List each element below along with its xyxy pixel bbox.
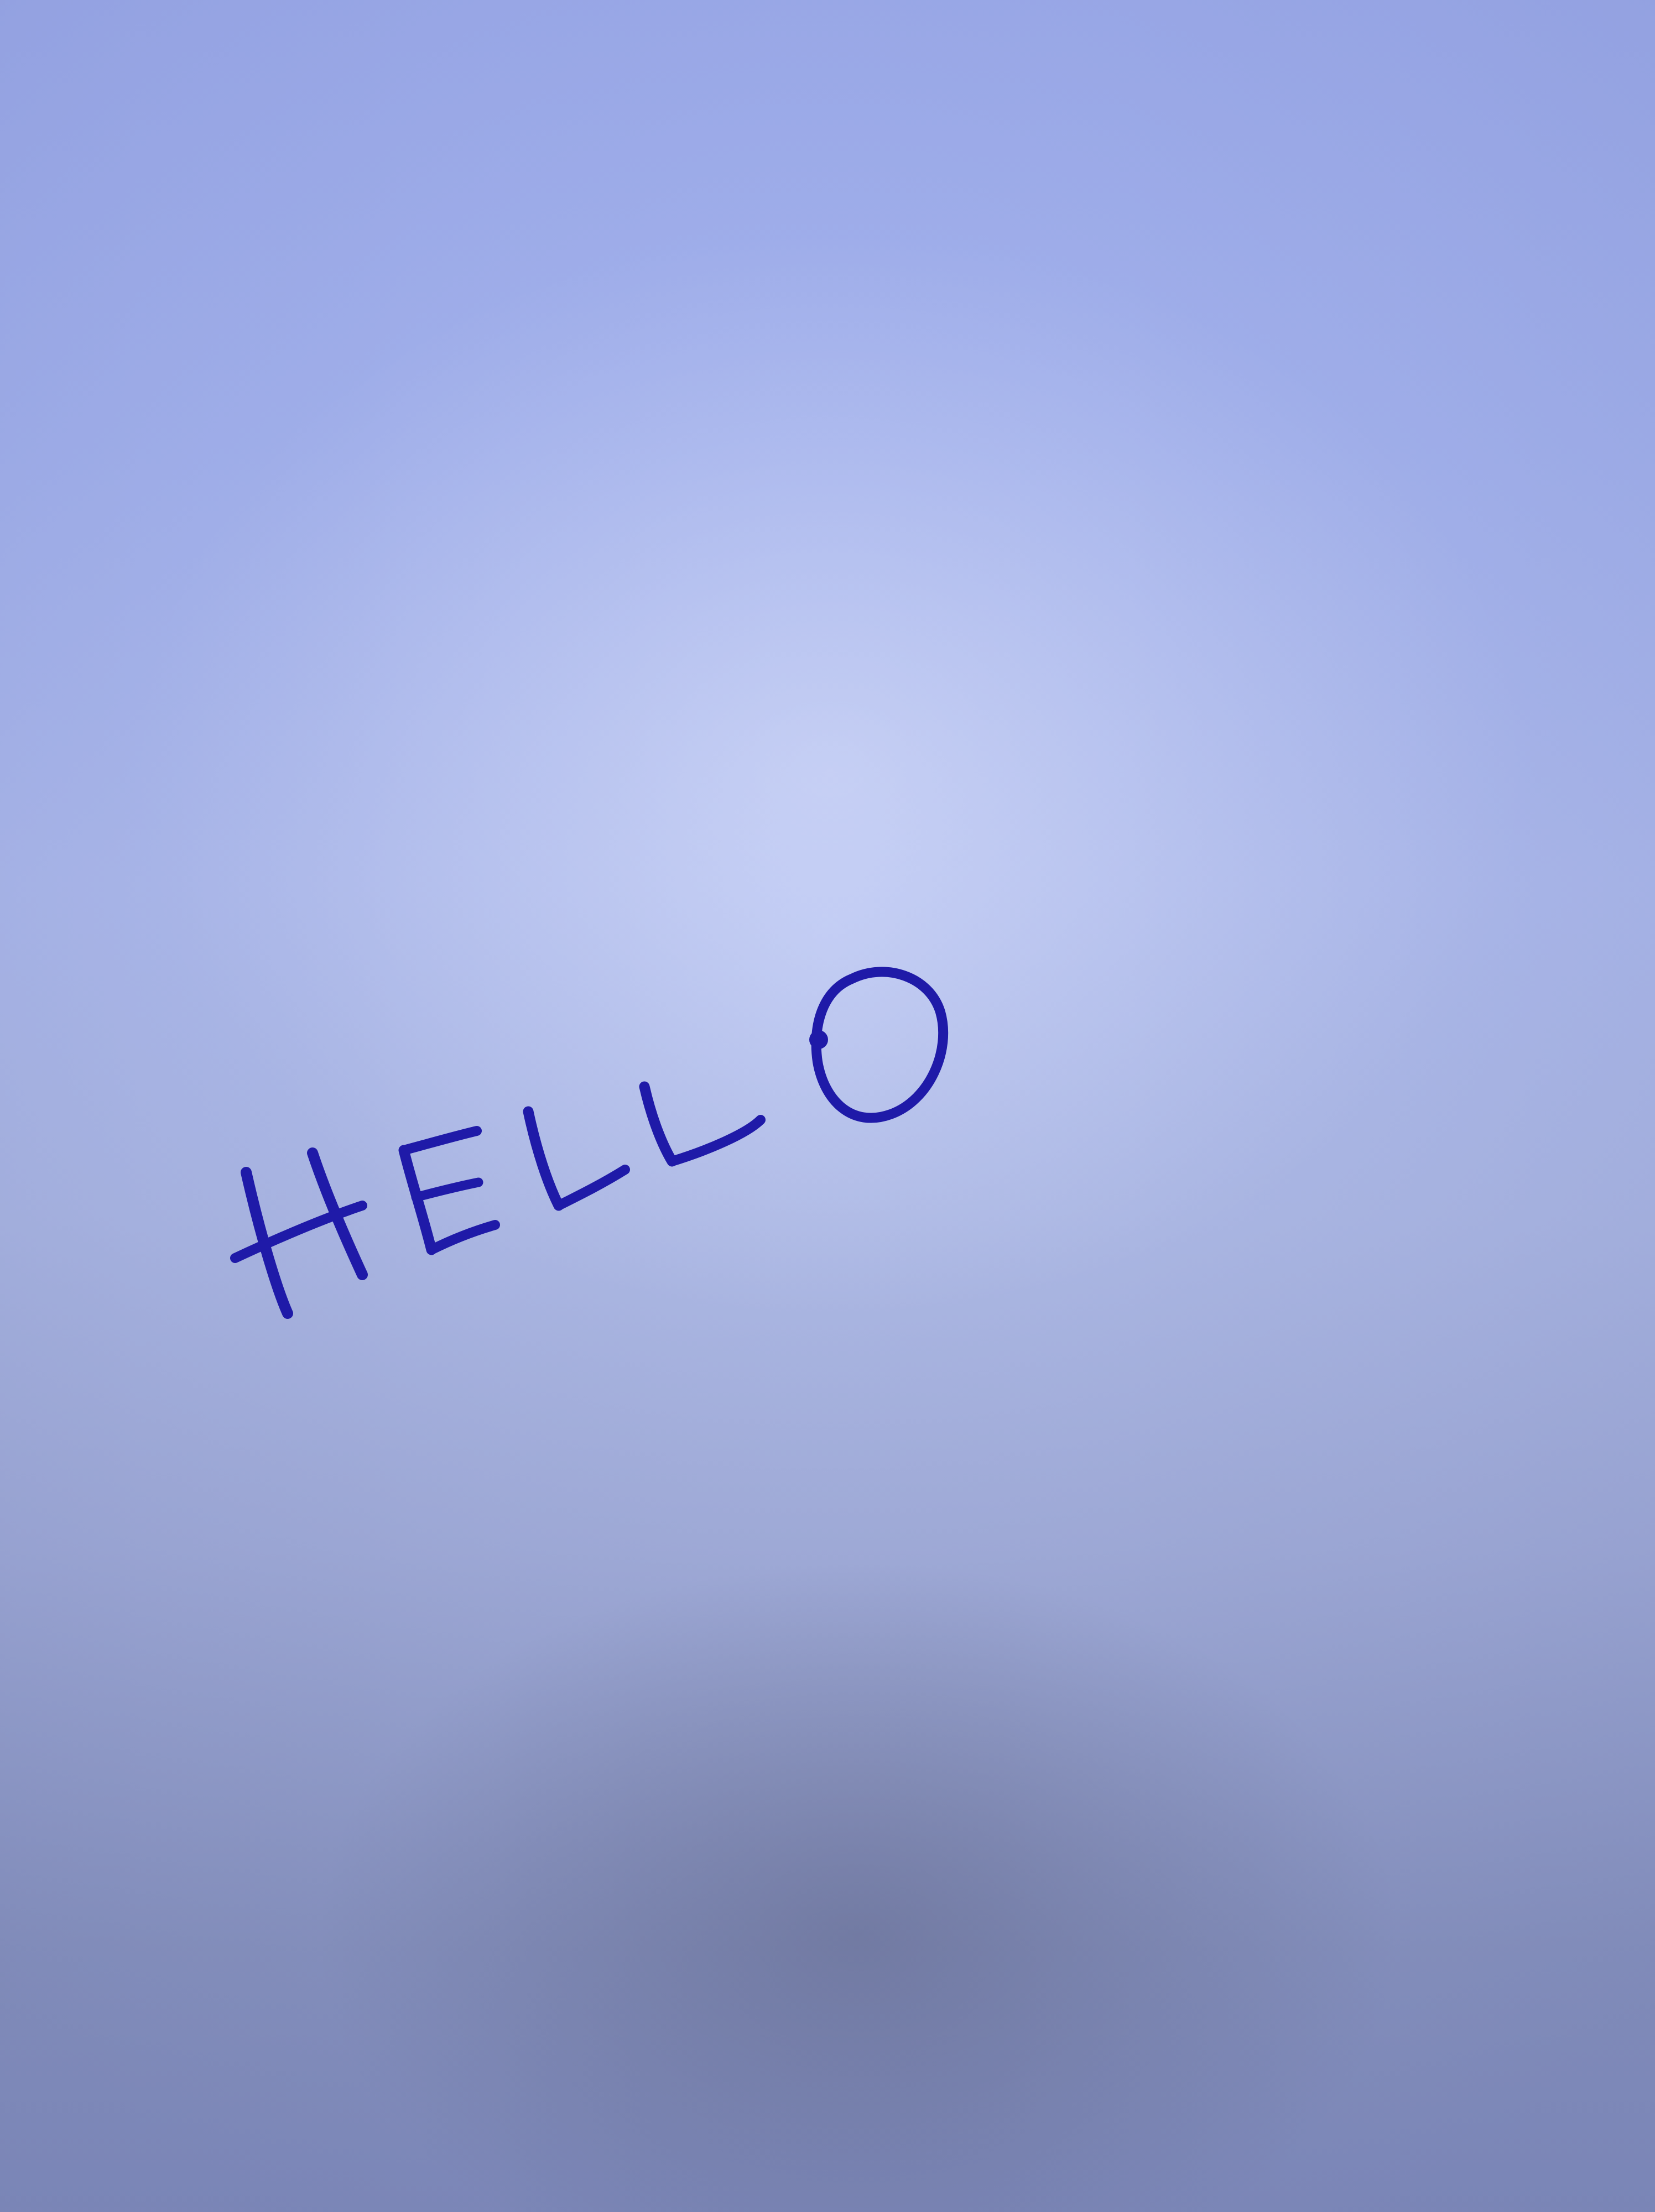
letter-e [398, 1126, 500, 1255]
letter-o [809, 967, 949, 1123]
letter-l-2 [639, 1081, 766, 1167]
letter-l-1 [523, 1106, 630, 1211]
letter-h [230, 1147, 368, 1319]
paper-photo [0, 0, 1655, 2212]
handwriting [230, 967, 949, 1319]
